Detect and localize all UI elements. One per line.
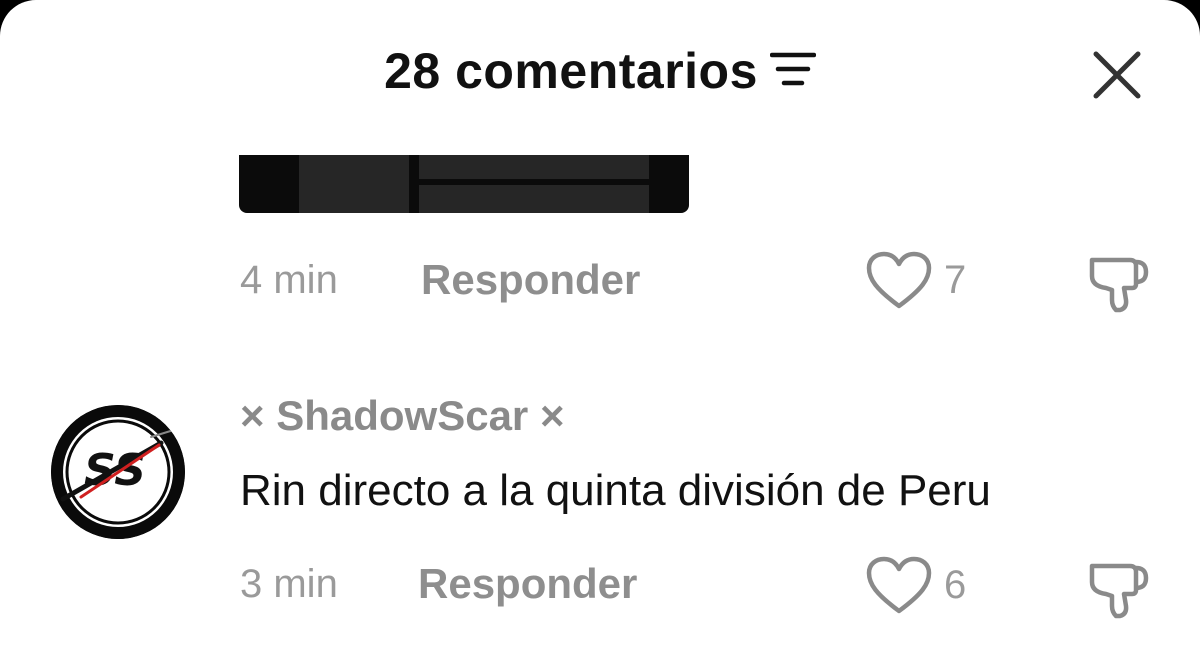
sort-filter-icon[interactable] <box>769 43 817 101</box>
comment-text: Rin directo a la quinta división de Peru <box>240 466 991 515</box>
like-count: 7 <box>944 258 967 302</box>
thumbs-down-icon[interactable] <box>1086 250 1150 314</box>
thumbs-down-icon[interactable] <box>1086 556 1150 620</box>
ss-logo-avatar: SS <box>51 405 185 539</box>
like-count: 6 <box>944 563 967 607</box>
comments-header: 28 comentarios <box>0 42 1200 101</box>
reply-button[interactable]: Responder <box>421 256 640 304</box>
comment-media-thumbnail[interactable] <box>239 155 689 213</box>
reply-button[interactable]: Responder <box>418 560 637 608</box>
comment-username[interactable]: × ShadowScar × <box>240 392 564 440</box>
close-icon[interactable] <box>1088 46 1146 104</box>
heart-icon[interactable] <box>866 251 932 311</box>
comments-sheet: 28 comentarios 4 min Responder 7 × Shado… <box>0 0 1200 670</box>
avatar[interactable]: SS <box>51 405 185 539</box>
heart-icon[interactable] <box>866 556 932 616</box>
comment-time: 4 min <box>240 258 338 302</box>
comments-count-title: 28 comentarios <box>384 43 758 99</box>
comment-time: 3 min <box>240 562 338 606</box>
